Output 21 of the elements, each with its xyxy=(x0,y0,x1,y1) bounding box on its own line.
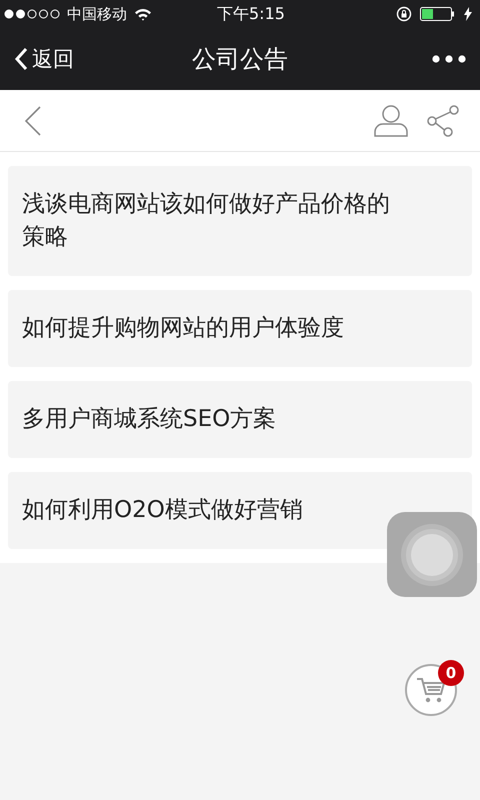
signal-icon xyxy=(4,9,62,19)
back-chevron-icon xyxy=(14,47,28,71)
rotation-lock-icon xyxy=(396,6,412,22)
page-title: 公司公告 xyxy=(192,44,288,75)
share-icon[interactable] xyxy=(426,104,460,136)
cart-button[interactable] xyxy=(405,664,457,716)
battery-icon xyxy=(420,7,456,21)
article-item[interactable]: 如何利用O2O模式做好营销 xyxy=(8,472,472,549)
article-item[interactable]: 浅谈电商网站该如何做好产品价格的策略 xyxy=(8,166,472,276)
clock-time: 下午5:15 xyxy=(217,4,285,24)
wifi-icon xyxy=(134,8,152,20)
cart-count-badge: 0 xyxy=(438,660,464,686)
carrier-name: 中国移动 xyxy=(67,4,127,24)
cart-icon xyxy=(416,676,446,704)
back-button[interactable]: 返回 xyxy=(14,45,74,73)
charging-icon xyxy=(464,7,472,21)
assistive-touch-button[interactable] xyxy=(387,512,477,597)
back-chevron-icon[interactable] xyxy=(24,106,42,136)
article-item[interactable]: 多用户商城系统SEO方案 xyxy=(8,381,472,458)
article-item[interactable]: 如何提升购物网站的用户体验度 xyxy=(8,290,472,367)
user-icon[interactable] xyxy=(374,104,408,136)
